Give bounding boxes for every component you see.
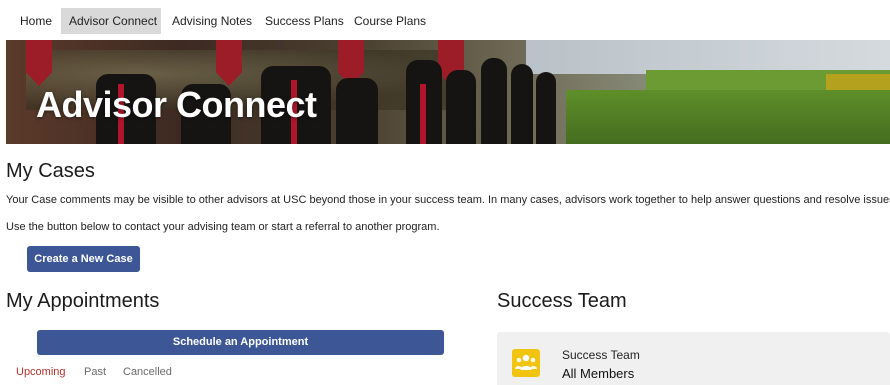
team-icon-glyph [515,354,537,370]
top-navigation: Home Advisor Connect Advising Notes Succ… [0,0,890,40]
tab-cancelled[interactable]: Cancelled [123,366,172,378]
cases-description: Your Case comments may be visible to oth… [6,194,890,206]
nav-advisor-connect[interactable]: Advisor Connect [61,8,161,34]
cases-instruction: Use the button below to contact your adv… [6,221,440,233]
team-card-title: Success Team [562,348,640,362]
graduate-figure [336,78,378,144]
my-appointments-heading: My Appointments [6,290,160,312]
team-icon [512,349,540,377]
tab-past[interactable]: Past [84,366,106,378]
hero-banner: Advisor Connect [6,40,890,144]
graduate-figure [446,70,476,144]
graduate-figure [481,58,507,144]
team-card-subtitle: All Members [562,366,635,381]
tab-upcoming[interactable]: Upcoming [16,366,66,378]
nav-home[interactable]: Home [12,8,60,34]
graduate-figure [536,72,556,144]
hero-hedge [566,90,890,144]
my-cases-heading: My Cases [6,160,95,182]
hero-sky [526,40,890,74]
create-new-case-button[interactable]: Create a New Case [27,246,140,272]
nav-course-plans[interactable]: Course Plans [346,8,434,34]
schedule-appointment-button[interactable]: Schedule an Appointment [37,330,444,355]
nav-advising-notes[interactable]: Advising Notes [164,8,260,34]
hero-title: Advisor Connect [36,84,317,125]
graduate-stole [420,84,426,144]
success-team-card[interactable]: Success Team All Members [497,332,890,385]
nav-success-plans[interactable]: Success Plans [257,8,352,34]
success-team-heading: Success Team [497,290,627,312]
graduate-figure [511,64,533,144]
hero-flowers [826,74,890,90]
